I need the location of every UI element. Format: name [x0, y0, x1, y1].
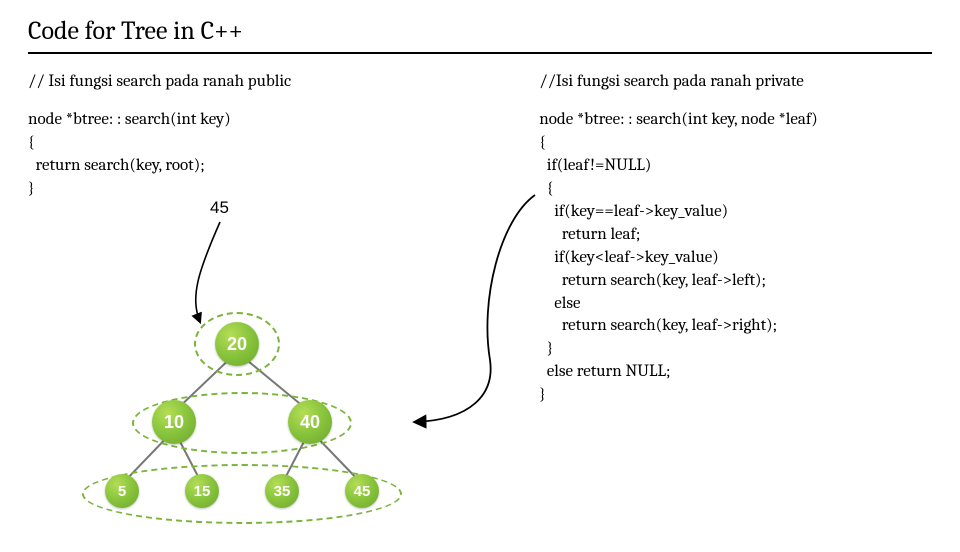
page-title: Code for Tree in C++ [28, 16, 932, 46]
tree-diagram: 20 10 40 5 15 35 45 [82, 312, 452, 552]
tree-node-rr: 45 [345, 474, 379, 508]
search-key-label: 45 [210, 198, 229, 218]
right-column: //Isi fungsi search pada ranah private n… [539, 72, 932, 407]
tree-node-r: 40 [288, 400, 332, 444]
public-code: node *btree: : search(int key) { return … [28, 109, 499, 201]
tree-node-lr: 15 [185, 474, 219, 508]
private-code: node *btree: : search(int key, node *lea… [539, 109, 932, 407]
tree-node-rl: 35 [265, 474, 299, 508]
columns: // Isi fungsi search pada ranah public n… [28, 72, 932, 407]
private-comment: //Isi fungsi search pada ranah private [539, 72, 932, 91]
title-rule [28, 52, 932, 54]
tree-node-l: 10 [152, 400, 196, 444]
public-comment: // Isi fungsi search pada ranah public [28, 72, 499, 91]
tree-node-ll: 5 [105, 474, 139, 508]
left-column: // Isi fungsi search pada ranah public n… [28, 72, 499, 407]
tree-node-root: 20 [215, 322, 259, 366]
